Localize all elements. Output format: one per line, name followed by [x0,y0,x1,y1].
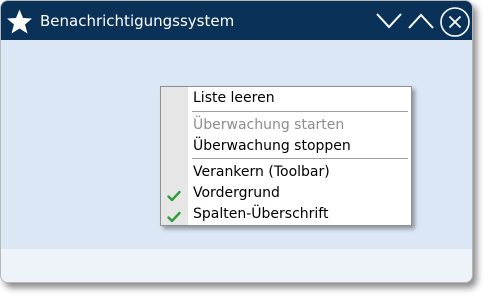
minimize-button[interactable] [375,9,403,33]
star-icon [6,8,33,35]
chevron-down-icon [375,9,403,33]
menu-item-label: Überwachung starten [193,117,345,133]
checkmark-icon [167,208,181,223]
menu-item-clear-list[interactable]: Liste leeren [161,88,411,109]
status-area [1,249,472,282]
menu-item-label: Vordergrund [193,185,280,201]
close-icon [439,6,471,38]
menu-item-label: Verankern (Toolbar) [193,164,330,180]
context-menu: Liste leeren Überwachung starten Überwac… [160,86,412,226]
checkmark-icon [167,187,181,202]
menu-item-dock-toolbar[interactable]: Verankern (Toolbar) [161,162,411,183]
menu-item-label: Spalten-Überschrift [193,206,329,222]
menu-item-label: Überwachung stoppen [193,138,351,154]
menu-item-start-monitoring: Überwachung starten [161,115,411,136]
close-button[interactable] [439,6,471,38]
window-title: Benachrichtigungssystem [40,12,235,30]
menu-item-foreground[interactable]: Vordergrund [161,183,411,204]
menu-separator [192,111,408,112]
maximize-button[interactable] [407,9,435,33]
menu-item-label: Liste leeren [193,90,275,106]
menu-item-column-header[interactable]: Spalten-Überschrift [161,204,411,225]
title-bar[interactable]: Benachrichtigungssystem [1,1,472,40]
chevron-up-icon [407,9,435,33]
menu-item-stop-monitoring[interactable]: Überwachung stoppen [161,136,411,157]
menu-separator [192,158,408,159]
